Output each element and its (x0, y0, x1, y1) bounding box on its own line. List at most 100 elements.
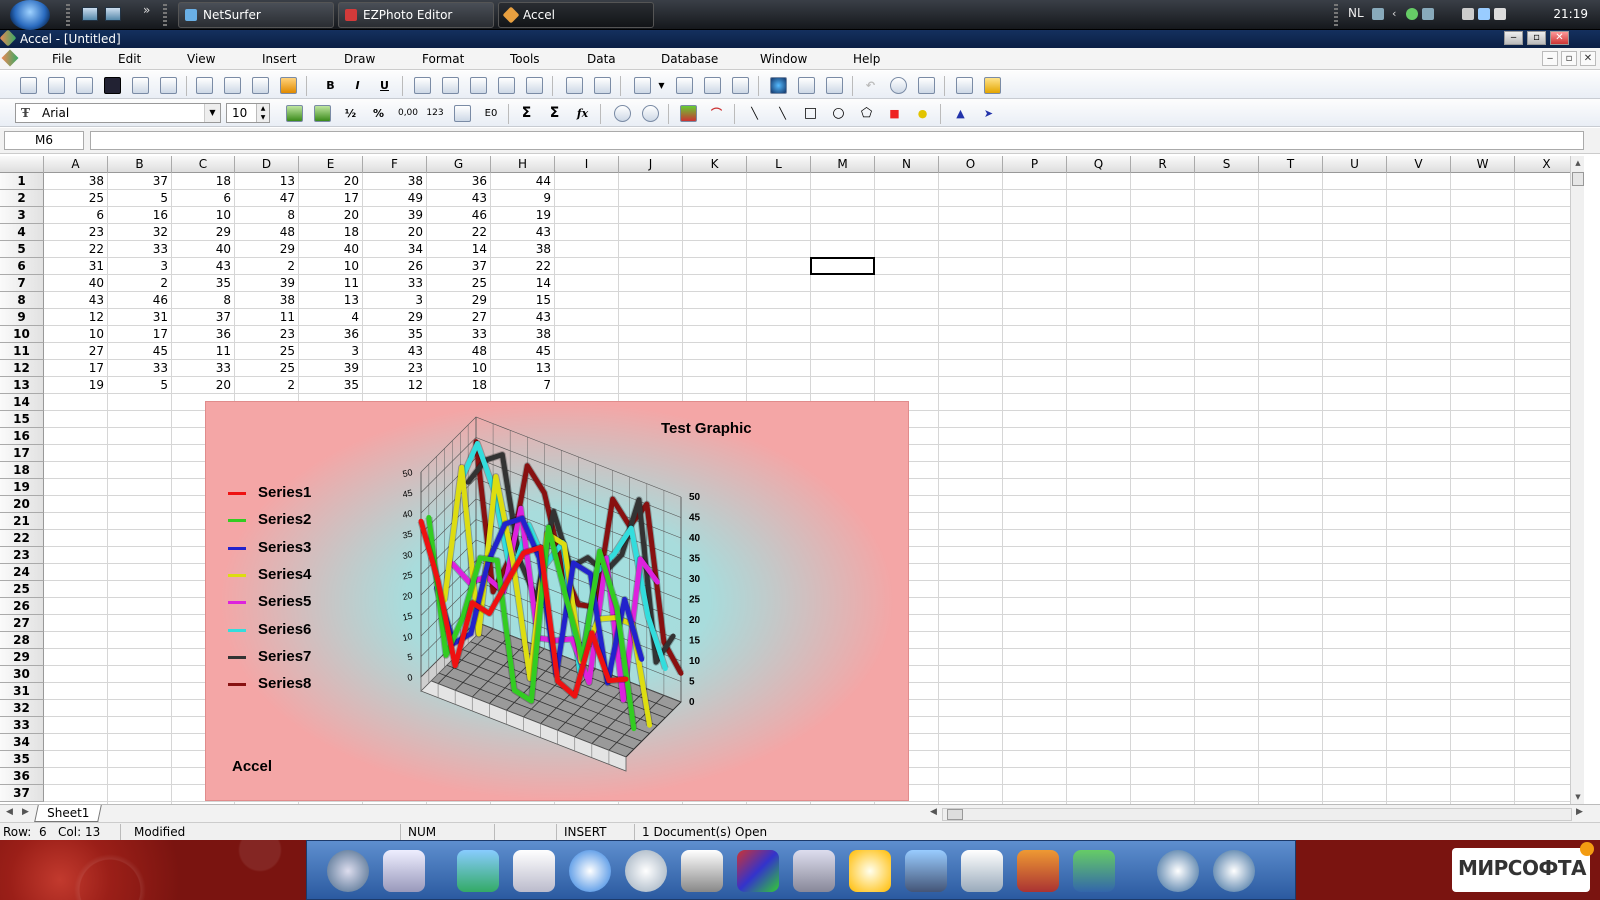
bold-button[interactable]: B (322, 77, 339, 94)
cell[interactable]: 18 (172, 173, 235, 190)
column-header[interactable]: S (1195, 156, 1259, 173)
media-player-icon[interactable] (1017, 850, 1059, 892)
mail-icon[interactable] (513, 850, 555, 892)
row-header[interactable]: 6 (0, 258, 44, 275)
trash-icon[interactable] (383, 850, 425, 892)
network-icon[interactable] (1406, 8, 1418, 20)
row-header[interactable]: 30 (0, 666, 44, 683)
row-header[interactable]: 16 (0, 428, 44, 445)
column-header[interactable]: I (555, 156, 619, 173)
show-desktop-icon[interactable] (82, 7, 98, 21)
decimal-button[interactable]: 0,00 (396, 105, 420, 122)
polygon-tool-icon[interactable]: ⬠ (858, 105, 875, 122)
doc-restore-button[interactable]: ▫ (1561, 51, 1577, 66)
align-right-icon[interactable] (470, 77, 487, 94)
cell[interactable]: 22 (491, 258, 555, 275)
chevron-down-icon[interactable]: ▼ (204, 104, 220, 122)
cell[interactable]: 27 (427, 309, 491, 326)
cell[interactable]: 35 (299, 377, 363, 394)
zoom-out-icon[interactable] (642, 105, 659, 122)
column-header[interactable]: U (1323, 156, 1387, 173)
sort-descending-icon[interactable] (704, 77, 721, 94)
next-sheet-icon[interactable]: ▶ (22, 807, 29, 817)
row-header[interactable]: 24 (0, 564, 44, 581)
cell[interactable]: 11 (299, 275, 363, 292)
row-header[interactable]: 5 (0, 241, 44, 258)
cell[interactable]: 3 (108, 258, 172, 275)
cell[interactable]: 31 (108, 309, 172, 326)
pencil-icon[interactable]: ╲ (746, 105, 763, 122)
cell[interactable]: 10 (172, 207, 235, 224)
paste-special-icon[interactable] (252, 77, 269, 94)
selected-cell-m6[interactable] (810, 257, 875, 275)
align-left-icon[interactable] (414, 77, 431, 94)
row-header[interactable]: 27 (0, 615, 44, 632)
column-header[interactable]: W (1451, 156, 1515, 173)
row-header[interactable]: 7 (0, 275, 44, 292)
cell[interactable]: 38 (235, 292, 299, 309)
cell[interactable]: 3 (299, 343, 363, 360)
column-header[interactable]: A (44, 156, 108, 173)
row-header[interactable]: 28 (0, 632, 44, 649)
menu-insert[interactable]: Insert (262, 52, 296, 66)
select-all-corner[interactable] (0, 156, 44, 173)
task-button-ezphoto[interactable]: EZPhoto Editor (338, 2, 494, 28)
cell[interactable]: 27 (44, 343, 108, 360)
menu-edit[interactable]: Edit (118, 52, 141, 66)
cell[interactable]: 20 (172, 377, 235, 394)
fill-color-icon[interactable]: ■ (886, 105, 903, 122)
cell[interactable]: 29 (172, 224, 235, 241)
justify-icon[interactable] (498, 77, 515, 94)
keyboard-icon[interactable] (1372, 8, 1384, 20)
column-header[interactable]: C (172, 156, 235, 173)
italic-button[interactable]: I (349, 77, 366, 94)
copy-doc-icon[interactable] (48, 77, 65, 94)
cell[interactable]: 18 (427, 377, 491, 394)
cell[interactable]: 48 (427, 343, 491, 360)
cell[interactable]: 38 (491, 326, 555, 343)
cell[interactable]: 2 (108, 275, 172, 292)
cell[interactable]: 37 (172, 309, 235, 326)
cell[interactable]: 29 (427, 292, 491, 309)
cell[interactable]: 43 (172, 258, 235, 275)
number-format-button[interactable]: 123 (424, 105, 446, 122)
tray-app-icon[interactable] (1422, 8, 1434, 20)
menu-format[interactable]: Format (422, 52, 464, 66)
row-header[interactable]: 33 (0, 717, 44, 734)
menu-tools[interactable]: Tools (510, 52, 540, 66)
cell[interactable]: 11 (235, 309, 299, 326)
cell[interactable]: 20 (299, 207, 363, 224)
ellipse-tool-icon[interactable]: ○ (830, 105, 847, 122)
scroll-thumb[interactable] (1572, 172, 1584, 186)
cell[interactable]: 43 (427, 190, 491, 207)
display-icon[interactable] (1478, 8, 1490, 20)
cell[interactable]: 34 (363, 241, 427, 258)
font-select[interactable]: Ŧ Arial ▼ (15, 103, 221, 123)
notepad-icon[interactable] (793, 850, 835, 892)
row-header[interactable]: 14 (0, 394, 44, 411)
chart-object[interactable]: 0 0 5 5 10 10 15 15 20 20 25 25 30 30 35 35 40 40 45 45 50 50… (205, 401, 909, 801)
increase-icon[interactable]: ▲ (256, 104, 269, 113)
cell[interactable]: 12 (363, 377, 427, 394)
cell[interactable]: 29 (235, 241, 299, 258)
row-header[interactable]: 8 (0, 292, 44, 309)
minimize-button[interactable]: ‒ (1504, 31, 1523, 45)
cell[interactable]: 23 (235, 326, 299, 343)
shapes-icon[interactable] (680, 105, 697, 122)
currency-euro-icon[interactable] (314, 105, 331, 122)
cell[interactable]: 39 (363, 207, 427, 224)
settings-gear-icon[interactable] (849, 850, 891, 892)
save-icon[interactable] (104, 77, 121, 94)
cell[interactable]: 38 (363, 173, 427, 190)
row-header[interactable]: 19 (0, 479, 44, 496)
cell[interactable]: 5 (108, 377, 172, 394)
exponent-button[interactable]: E0 (480, 105, 502, 122)
vertical-scrollbar[interactable]: ▲ ▼ (1570, 156, 1584, 804)
maximize-button[interactable]: ▫ (1527, 31, 1546, 45)
horizontal-scrollbar[interactable] (942, 808, 1572, 821)
cell[interactable]: 39 (235, 275, 299, 292)
cell[interactable]: 2 (235, 258, 299, 275)
sheet-tab-sheet1[interactable]: Sheet1 (34, 805, 102, 822)
cell[interactable]: 19 (44, 377, 108, 394)
cell[interactable]: 10 (427, 360, 491, 377)
